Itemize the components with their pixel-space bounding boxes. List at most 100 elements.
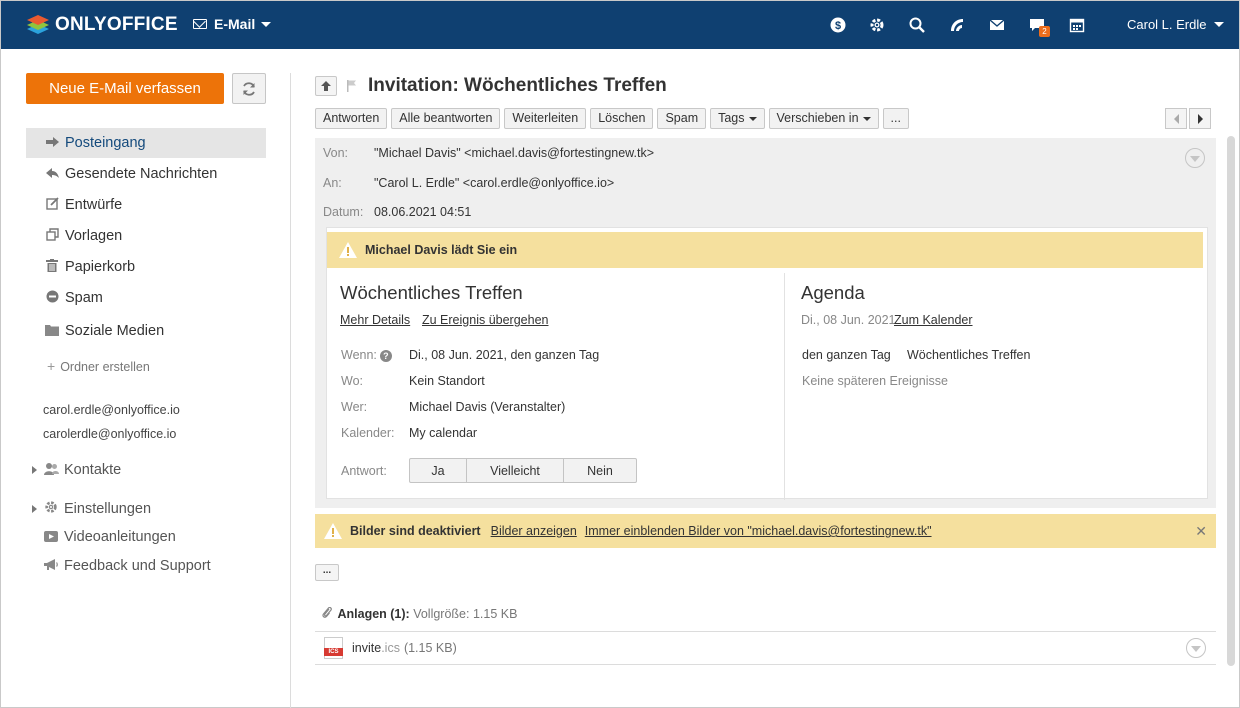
next-message-button[interactable] xyxy=(1189,108,1211,129)
divider xyxy=(315,664,1216,665)
divider xyxy=(315,631,1216,632)
create-folder-link[interactable]: + Ordner erstellen xyxy=(47,358,150,374)
module-switcher[interactable]: E-Mail xyxy=(193,16,272,32)
where-value: Kein Standort xyxy=(409,374,485,388)
trash-icon xyxy=(45,259,59,275)
payments-icon[interactable]: $ xyxy=(829,16,847,34)
sidebar-section-contacts[interactable]: Kontakte xyxy=(32,462,121,478)
sidebar-item-inbox[interactable]: Posteingang xyxy=(26,128,266,158)
more-details-link[interactable]: Mehr Details xyxy=(340,313,410,327)
compose-button[interactable]: Neue E-Mail verfassen xyxy=(26,73,224,104)
user-menu[interactable]: Carol L. Erdle xyxy=(1127,17,1225,32)
chevron-right-icon xyxy=(1197,113,1203,124)
who-value: Michael Davis (Veranstalter) xyxy=(409,400,566,414)
svg-text:$: $ xyxy=(835,20,841,32)
flag-icon[interactable] xyxy=(347,80,357,95)
answer-maybe-button[interactable]: Vielleicht xyxy=(467,459,564,482)
scrollbar[interactable] xyxy=(1227,136,1235,666)
go-to-calendar-link[interactable]: Zum Kalender xyxy=(894,313,973,327)
help-icon[interactable]: ? xyxy=(379,349,392,362)
delete-button[interactable]: Löschen xyxy=(590,108,654,129)
sidebar-item-sent[interactable]: Gesendete Nachrichten xyxy=(26,159,266,189)
mail-icon[interactable] xyxy=(988,16,1006,34)
mail-icon xyxy=(193,19,207,29)
from-label: Von: xyxy=(323,146,349,160)
message-subject: Invitation: Wöchentliches Treffen xyxy=(368,75,667,96)
attachment-ext: .ics xyxy=(381,641,400,655)
column-divider xyxy=(784,273,785,500)
from-value[interactable]: "Michael Davis" <michael.davis@fortestin… xyxy=(374,146,654,160)
calendar-label: Kalender: xyxy=(341,426,395,440)
account-item[interactable]: carolerdle@onlyoffice.io xyxy=(43,427,176,441)
reply-icon xyxy=(45,167,59,181)
attachment-menu-button[interactable] xyxy=(1186,638,1206,658)
sidebar-item-trash[interactable]: Papierkorb xyxy=(26,252,266,282)
calendar-value: My calendar xyxy=(409,426,478,440)
answer-yes-button[interactable]: Ja xyxy=(410,459,467,482)
chat-icon[interactable]: 2 xyxy=(1028,16,1050,37)
plus-icon: + xyxy=(47,358,56,374)
tags-button[interactable]: Tags xyxy=(710,108,765,129)
sidebar-item-label: Papierkorb xyxy=(65,259,136,275)
chevron-down-icon xyxy=(748,116,757,121)
prev-message-button[interactable] xyxy=(1165,108,1187,129)
date-label: Datum: xyxy=(323,205,364,219)
tags-label: Tags xyxy=(718,111,745,125)
show-images-link[interactable]: Bilder anzeigen xyxy=(491,524,577,538)
feed-icon[interactable] xyxy=(948,16,966,34)
search-icon[interactable] xyxy=(908,16,926,34)
megaphone-icon xyxy=(43,558,59,574)
always-show-images-link[interactable]: Immer einblenden Bilder von "michael.dav… xyxy=(585,524,932,538)
account-item[interactable]: carol.erdle@onlyoffice.io xyxy=(43,403,180,417)
event-title: Wöchentliches Treffen xyxy=(340,282,523,303)
sidebar-section-settings[interactable]: Einstellungen xyxy=(32,500,151,517)
sidebar-item-label: Gesendete Nachrichten xyxy=(65,166,218,182)
settings-label: Einstellungen xyxy=(64,500,152,517)
expand-arrow-icon xyxy=(32,466,37,474)
spam-button[interactable]: Spam xyxy=(657,108,707,129)
refresh-button[interactable] xyxy=(232,73,266,104)
to-value[interactable]: "Carol L. Erdle" <carol.erdle@onlyoffice… xyxy=(374,176,614,190)
sidebar-item-feedback[interactable]: Feedback und Support xyxy=(43,558,211,574)
ics-file-icon: ICS xyxy=(324,637,343,659)
sidebar-item-templates[interactable]: Vorlagen xyxy=(26,221,266,251)
back-button[interactable] xyxy=(315,76,337,96)
up-arrow-icon xyxy=(321,81,331,91)
answer-no-button[interactable]: Nein xyxy=(564,459,636,482)
gear-icon[interactable] xyxy=(868,16,886,34)
sidebar-item-spam[interactable]: Spam xyxy=(26,283,266,313)
calendar-icon[interactable] xyxy=(1068,16,1086,34)
gear-icon xyxy=(43,500,59,517)
move-to-button[interactable]: Verschieben in xyxy=(768,108,879,129)
more-actions-button[interactable]: ... xyxy=(882,108,909,129)
agenda-time: den ganzen Tag xyxy=(802,348,891,362)
agenda-none: Keine späteren Ereignisse xyxy=(802,374,948,388)
sidebar-item-social[interactable]: Soziale Medien xyxy=(26,316,266,346)
sidebar-item-label: Vorlagen xyxy=(65,228,123,244)
sidebar-item-drafts[interactable]: Entwürfe xyxy=(26,190,266,220)
logo[interactable]: ONLYOFFICE xyxy=(25,12,178,38)
images-disabled-title: Bilder sind deaktiviert xyxy=(350,524,481,538)
attachment-item[interactable]: invite.ics (1.15 KB) xyxy=(352,641,457,655)
collapse-header-button[interactable] xyxy=(1185,148,1205,168)
where-label: Wo: xyxy=(341,374,363,388)
forward-button[interactable]: Weiterleiten xyxy=(504,108,587,129)
when-label-text: Wenn: xyxy=(341,348,377,362)
go-to-event-link[interactable]: Zu Ereignis übergehen xyxy=(422,313,548,327)
agenda-event: Wöchentliches Treffen xyxy=(907,348,1031,362)
sidebar-item-video[interactable]: Videoanleitungen xyxy=(43,529,176,545)
when-value: Di., 08 Jun. 2021, den ganzen Tag xyxy=(409,348,600,362)
message-toolbar: Antworten Alle beantworten Weiterleiten … xyxy=(315,108,913,129)
onlyoffice-logo-icon xyxy=(25,12,51,38)
images-disabled-banner: Bilder sind deaktiviert Bilder anzeigen … xyxy=(315,514,1216,548)
answer-label: Antwort: xyxy=(341,464,387,478)
reply-button[interactable]: Antworten xyxy=(315,108,388,129)
chevron-down-icon xyxy=(261,21,272,27)
show-quoted-button[interactable]: ... xyxy=(315,564,339,581)
block-icon xyxy=(45,290,59,306)
copy-icon xyxy=(45,228,59,244)
sidebar-divider xyxy=(290,73,291,708)
close-icon[interactable]: ✕ xyxy=(1195,523,1207,540)
agenda-date: Di., 08 Jun. 2021 xyxy=(801,313,896,327)
reply-all-button[interactable]: Alle beantworten xyxy=(391,108,501,129)
